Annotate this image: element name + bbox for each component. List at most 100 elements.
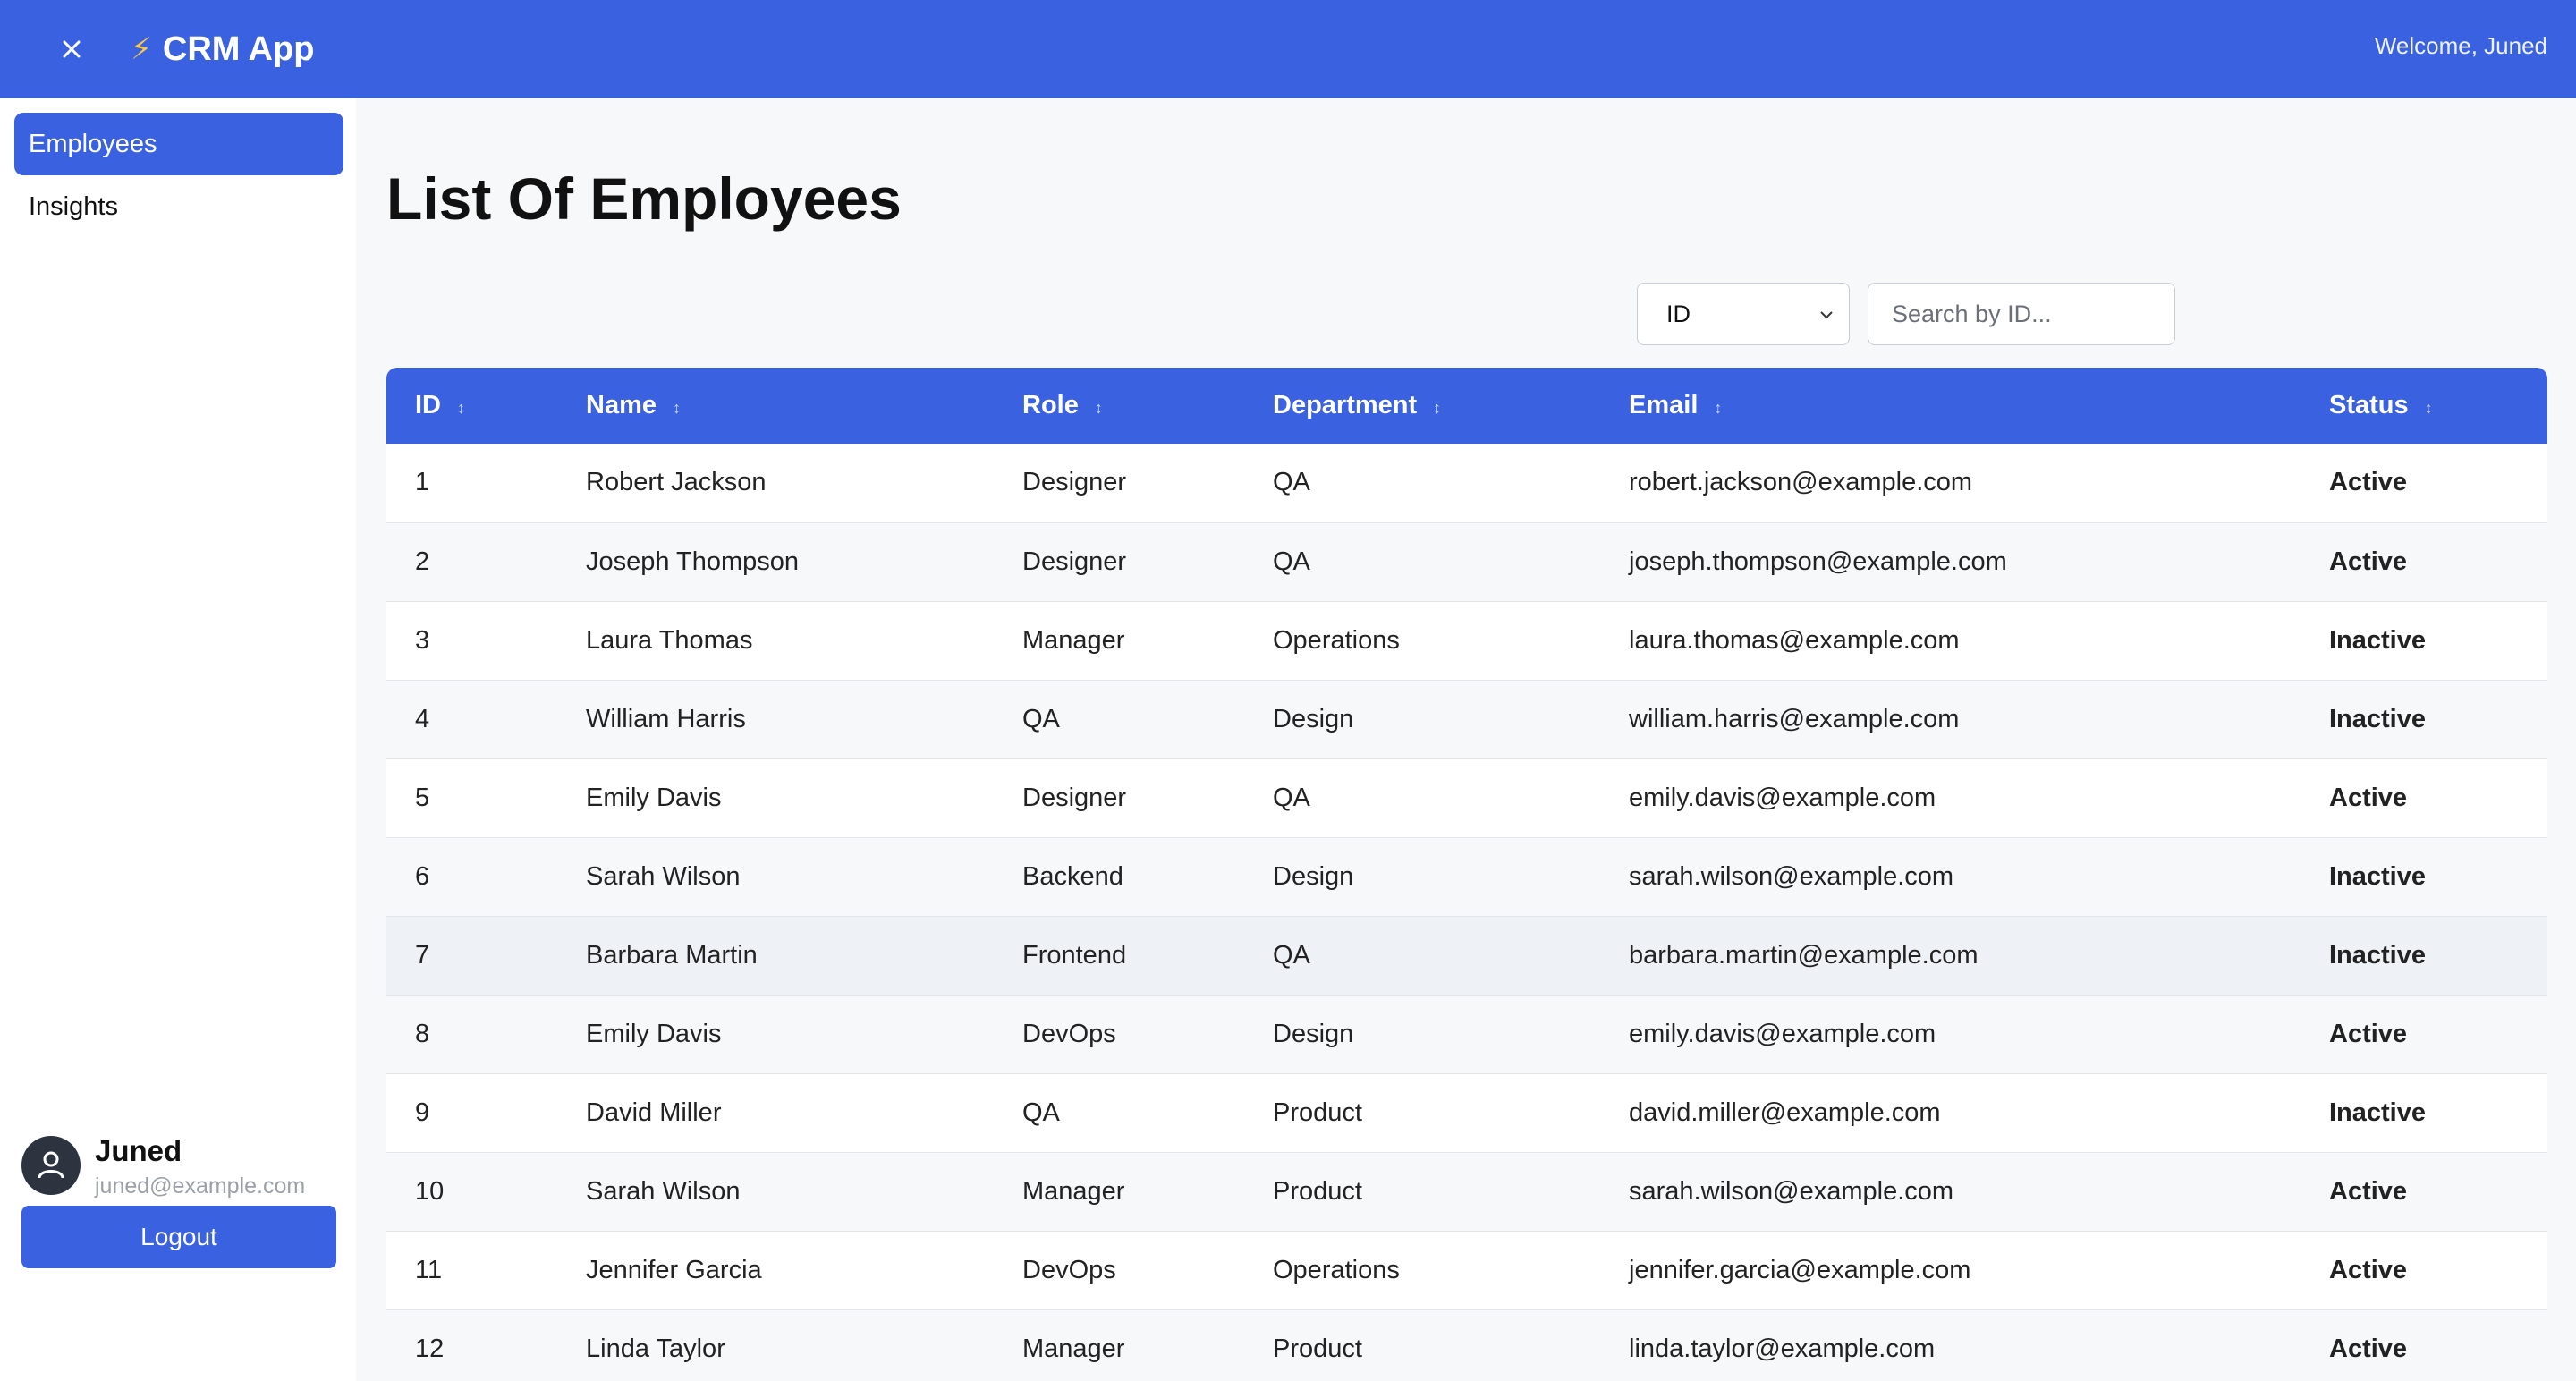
cell-name: David Miller (586, 1097, 722, 1127)
cell-role: QA (1022, 1097, 1060, 1127)
cell-department: QA (1273, 546, 1310, 576)
user-name: Juned (95, 1134, 182, 1167)
cell-role: Manager (1022, 1176, 1125, 1206)
sidebar-item-label: Employees (29, 129, 157, 158)
cell-status: Inactive (2329, 704, 2426, 733)
welcome-text: Welcome, Juned (2374, 32, 2547, 59)
cell-role: Designer (1022, 468, 1127, 497)
table-row[interactable]: 1 Robert Jackson Designer QA robert.jackson@… (386, 444, 2547, 522)
cell-name: Sarah Wilson (586, 861, 741, 891)
cell-email: laura.thomas@example.com (1629, 625, 1960, 655)
cell-status: Inactive (2329, 625, 2426, 655)
app-name: CRM App (162, 30, 315, 68)
user-card: Juned juned@example.com (21, 1127, 343, 1199)
cell-department: Design (1273, 704, 1354, 733)
cell-name: Jennifer Garcia (586, 1255, 762, 1284)
column-header-name[interactable]: Name ↕ (557, 368, 994, 444)
cell-department: Product (1273, 1097, 1362, 1127)
sidebar-item-label: Insights (29, 191, 118, 221)
user-icon (38, 1151, 64, 1179)
close-sidebar-button[interactable] (52, 30, 91, 69)
cell-id: 4 (415, 704, 430, 733)
cell-email: linda.taylor@example.com (1629, 1334, 1936, 1363)
filter-field-select[interactable]: ID (1637, 283, 1850, 345)
table-body: 1 Robert Jackson Designer QA robert.jackson@… (386, 444, 2547, 1381)
cell-status: Active (2329, 468, 2408, 497)
cell-id: 9 (415, 1097, 430, 1127)
avatar (21, 1136, 80, 1195)
cell-department: Design (1273, 1019, 1354, 1048)
cell-department: Operations (1273, 1255, 1400, 1284)
table-row[interactable]: 3 Laura Thomas Manager Operations laura.thom… (386, 601, 2547, 680)
cell-id: 6 (415, 861, 430, 891)
cell-name: Robert Jackson (586, 468, 767, 497)
employees-table: ID ↕ Name ↕ Role ↕ Department ↕ Email ↕ Statu… (386, 368, 2547, 1381)
table-row[interactable]: 12 Linda Taylor Manager Product linda.taylor… (386, 1309, 2547, 1381)
column-header-email[interactable]: Email ↕ (1600, 368, 2301, 444)
cell-name: Laura Thomas (586, 625, 753, 655)
table-row[interactable]: 11 Jennifer Garcia DevOps Operations jennife… (386, 1231, 2547, 1309)
cell-email: barbara.martin@example.com (1629, 940, 1979, 970)
cell-id: 7 (415, 940, 430, 970)
table-row[interactable]: 10 Sarah Wilson Manager Product sarah.wilson… (386, 1152, 2547, 1231)
cell-id: 11 (415, 1255, 443, 1284)
cell-name: Joseph Thompson (586, 546, 800, 576)
user-email: juned@example.com (95, 1173, 306, 1199)
cell-status: Active (2329, 1176, 2408, 1206)
cell-id: 3 (415, 625, 430, 655)
search-input[interactable] (1868, 283, 2175, 345)
column-header-id[interactable]: ID ↕ (386, 368, 557, 444)
cell-role: Backend (1022, 861, 1123, 891)
column-header-role[interactable]: Role ↕ (994, 368, 1244, 444)
cell-status: Active (2329, 1255, 2408, 1284)
table-header-row: ID ↕ Name ↕ Role ↕ Department ↕ Email ↕ Statu… (386, 368, 2547, 444)
cell-role: Frontend (1022, 940, 1127, 970)
close-icon (63, 40, 80, 58)
cell-email: jennifer.garcia@example.com (1629, 1255, 1971, 1284)
lightning-icon: ⚡ (131, 32, 152, 66)
filter-selected-value: ID (1666, 300, 1690, 327)
column-header-status[interactable]: Status ↕ (2301, 368, 2547, 444)
app-brand: ⚡ CRM App (131, 25, 314, 73)
top-bar: ⚡ CRM App Welcome, Juned (0, 0, 2576, 98)
table-row[interactable]: 2 Joseph Thompson Designer QA joseph.thompso… (386, 522, 2547, 601)
sidebar-item-employees[interactable]: Employees (14, 113, 343, 175)
cell-name: Emily Davis (586, 1019, 722, 1048)
page-title: List Of Employees (386, 165, 902, 232)
cell-name: Linda Taylor (586, 1334, 725, 1363)
table-row[interactable]: 9 David Miller QA Product david.miller@examp… (386, 1073, 2547, 1152)
cell-department: QA (1273, 940, 1310, 970)
cell-department: QA (1273, 468, 1310, 497)
sidebar-item-insights[interactable]: Insights (14, 175, 343, 238)
logout-button[interactable]: Logout (21, 1206, 336, 1268)
cell-email: david.miller@example.com (1629, 1097, 1941, 1127)
cell-department: QA (1273, 783, 1310, 812)
cell-name: Emily Davis (586, 783, 722, 812)
cell-email: sarah.wilson@example.com (1629, 861, 1954, 891)
cell-id: 5 (415, 783, 430, 812)
table-row[interactable]: 4 William Harris QA Design william.harris@ex… (386, 680, 2547, 758)
sort-icon: ↕ (1094, 399, 1103, 417)
sort-icon: ↕ (1714, 399, 1723, 417)
cell-email: william.harris@example.com (1629, 704, 1960, 733)
cell-role: Designer (1022, 546, 1127, 576)
table-row[interactable]: 5 Emily Davis Designer QA emily.davis@exampl… (386, 758, 2547, 837)
cell-role: Manager (1022, 1334, 1125, 1363)
cell-name: Barbara Martin (586, 940, 758, 970)
table-row[interactable]: 7 Barbara Martin Frontend QA barbara.martin@… (386, 916, 2547, 995)
sort-icon: ↕ (1433, 399, 1442, 417)
cell-role: Designer (1022, 783, 1127, 812)
cell-status: Inactive (2329, 940, 2426, 970)
cell-status: Active (2329, 546, 2408, 576)
cell-email: robert.jackson@example.com (1629, 468, 1973, 497)
cell-email: emily.davis@example.com (1629, 1019, 1936, 1048)
sort-icon: ↕ (457, 399, 465, 417)
column-header-department[interactable]: Department ↕ (1244, 368, 1600, 444)
table-row[interactable]: 6 Sarah Wilson Backend Design sarah.wilson@e… (386, 837, 2547, 916)
table-row[interactable]: 8 Emily Davis DevOps Design emily.davis@exam… (386, 995, 2547, 1073)
cell-id: 2 (415, 546, 430, 576)
chevron-down-icon (1820, 311, 1833, 319)
cell-role: DevOps (1022, 1019, 1116, 1048)
cell-department: Design (1273, 861, 1354, 891)
cell-email: emily.davis@example.com (1629, 783, 1936, 812)
